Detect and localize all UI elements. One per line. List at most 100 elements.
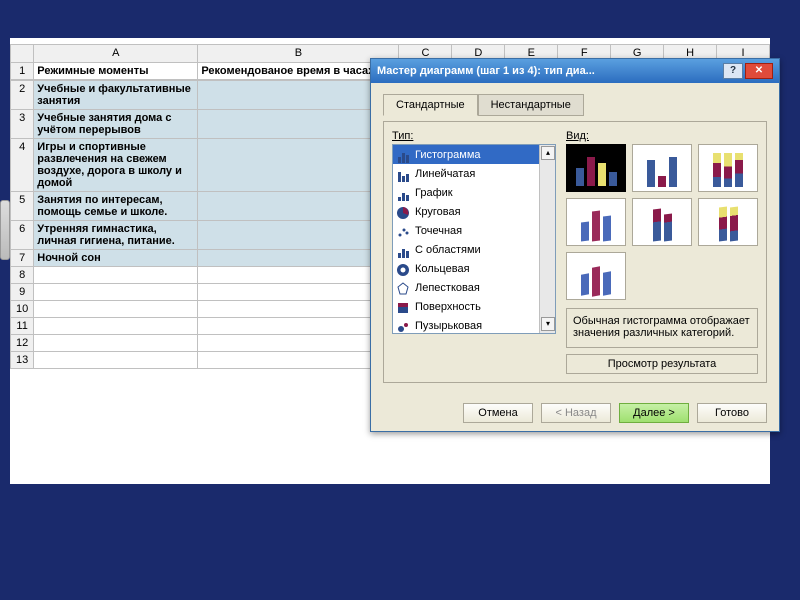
view-label: Вид: (566, 130, 758, 142)
scroll-down-icon[interactable]: ▾ (541, 317, 555, 331)
cell[interactable] (198, 301, 399, 318)
cell[interactable] (198, 284, 399, 301)
cell[interactable]: Учебные занятия дома с учётом перерывов (34, 110, 198, 139)
help-button[interactable]: ? (723, 63, 743, 79)
cell[interactable]: 6 (198, 81, 399, 110)
chart-type-item[interactable]: Пузырьковая (393, 316, 555, 334)
row-num[interactable]: 1 (11, 63, 34, 80)
col-A[interactable]: A (34, 45, 198, 63)
chart-type-list[interactable]: Гистограмма Линейчатая График Круговая Точеч… (392, 144, 556, 334)
corner-cell[interactable] (11, 45, 34, 63)
chart-type-item[interactable]: Точечная (393, 221, 555, 240)
scrollbar[interactable]: ▴ ▾ (539, 145, 555, 333)
row-num[interactable]: 11 (11, 318, 34, 335)
close-button[interactable]: ✕ (745, 63, 773, 79)
row-num[interactable]: 4 (11, 139, 34, 192)
chart-type-item[interactable]: Линейчатая (393, 164, 555, 183)
chart-type-icon (395, 223, 411, 239)
tab-standard[interactable]: Стандартные (383, 94, 478, 116)
chart-type-label: Лепестковая (415, 282, 480, 294)
chart-type-item[interactable]: Лепестковая (393, 278, 555, 297)
cell[interactable] (34, 352, 198, 369)
row-num[interactable]: 2 (11, 81, 34, 110)
row-num[interactable]: 5 (11, 192, 34, 221)
cell[interactable] (198, 318, 399, 335)
chart-type-item[interactable]: С областями (393, 240, 555, 259)
chart-type-label: Кольцевая (415, 263, 470, 275)
row-num[interactable]: 3 (11, 110, 34, 139)
cell[interactable] (34, 335, 198, 352)
chart-type-label: Точечная (415, 225, 462, 237)
tab-nonstandard[interactable]: Нестандартные (478, 94, 584, 116)
cell[interactable]: 2,5 (198, 221, 399, 250)
cell[interactable]: Игры и спортивные развлечения на свежем … (34, 139, 198, 192)
chart-type-icon (395, 242, 411, 258)
chart-subtype[interactable] (566, 252, 626, 300)
tab-strip: Стандартные Нестандартные (383, 93, 767, 115)
dialog-title: Мастер диаграмм (шаг 1 из 4): тип диа... (377, 65, 595, 77)
chart-type-label: Поверхность (415, 301, 481, 313)
preview-button[interactable]: Просмотр результата (566, 354, 758, 374)
next-button[interactable]: Далее > (619, 403, 689, 423)
dialog-button-row: Отмена < Назад Далее > Готово (371, 395, 779, 431)
scroll-up-icon[interactable]: ▴ (541, 146, 555, 160)
row-num[interactable]: 7 (11, 250, 34, 267)
cell[interactable]: Учебные и факультативные занятия (34, 81, 198, 110)
chart-subtype[interactable] (632, 198, 692, 246)
finish-button[interactable]: Готово (697, 403, 767, 423)
row-num[interactable]: 13 (11, 352, 34, 369)
chart-subtype[interactable] (566, 144, 626, 192)
chart-type-icon (395, 147, 411, 163)
chart-type-label: Гистограмма (415, 149, 481, 161)
back-button: < Назад (541, 403, 611, 423)
chart-type-label: Круговая (415, 206, 461, 218)
chart-type-icon (395, 261, 411, 277)
chart-type-label: Линейчатая (415, 168, 475, 180)
chart-subtype[interactable] (632, 144, 692, 192)
cell[interactable] (34, 318, 198, 335)
cell[interactable]: 2 (198, 139, 399, 192)
row-num[interactable]: 8 (11, 267, 34, 284)
chart-subtype[interactable] (698, 198, 758, 246)
row-num[interactable]: 12 (11, 335, 34, 352)
cell[interactable]: 1,5 (198, 192, 399, 221)
cell[interactable] (34, 267, 198, 284)
chart-subtype[interactable] (698, 144, 758, 192)
type-label: Тип: (392, 130, 556, 142)
chart-type-icon (395, 166, 411, 182)
cell[interactable]: Ночной сон (34, 250, 198, 267)
cell[interactable]: Режимные моменты (34, 63, 198, 80)
chart-type-item[interactable]: Круговая (393, 202, 555, 221)
dialog-body: Стандартные Нестандартные Тип: Гистограм… (371, 83, 779, 395)
chart-type-icon (395, 299, 411, 315)
row-num[interactable]: 9 (11, 284, 34, 301)
chart-type-item[interactable]: График (393, 183, 555, 202)
chart-type-label: Пузырьковая (415, 320, 482, 332)
cell[interactable] (198, 267, 399, 284)
col-B[interactable]: B (198, 45, 399, 63)
cell[interactable] (34, 284, 198, 301)
chart-type-item[interactable]: Поверхность (393, 297, 555, 316)
chart-subtype-grid (566, 144, 758, 300)
tab-pane: Тип: Гистограмма Линейчатая График Круговая… (383, 121, 767, 383)
cell[interactable]: 10 (198, 250, 399, 267)
chart-type-label: С областями (415, 244, 481, 256)
cell[interactable] (34, 301, 198, 318)
cell[interactable]: 2 (198, 110, 399, 139)
subtype-description: Обычная гистограмма отображает значения … (566, 308, 758, 348)
cell[interactable]: Утренняя гимнастика, личная гигиена, пит… (34, 221, 198, 250)
cell[interactable] (198, 335, 399, 352)
chart-subtype[interactable] (566, 198, 626, 246)
chart-type-icon (395, 318, 411, 334)
chart-type-item[interactable]: Гистограмма (393, 145, 555, 164)
chart-wizard-dialog: Мастер диаграмм (шаг 1 из 4): тип диа...… (370, 58, 780, 432)
row-num[interactable]: 6 (11, 221, 34, 250)
cell[interactable] (198, 352, 399, 369)
cancel-button[interactable]: Отмена (463, 403, 533, 423)
dialog-titlebar[interactable]: Мастер диаграмм (шаг 1 из 4): тип диа...… (371, 59, 779, 83)
chart-type-item[interactable]: Кольцевая (393, 259, 555, 278)
cell[interactable]: Занятия по интересам, помощь семье и шко… (34, 192, 198, 221)
row-num[interactable]: 10 (11, 301, 34, 318)
chart-type-icon (395, 280, 411, 296)
chart-type-label: График (415, 187, 453, 199)
